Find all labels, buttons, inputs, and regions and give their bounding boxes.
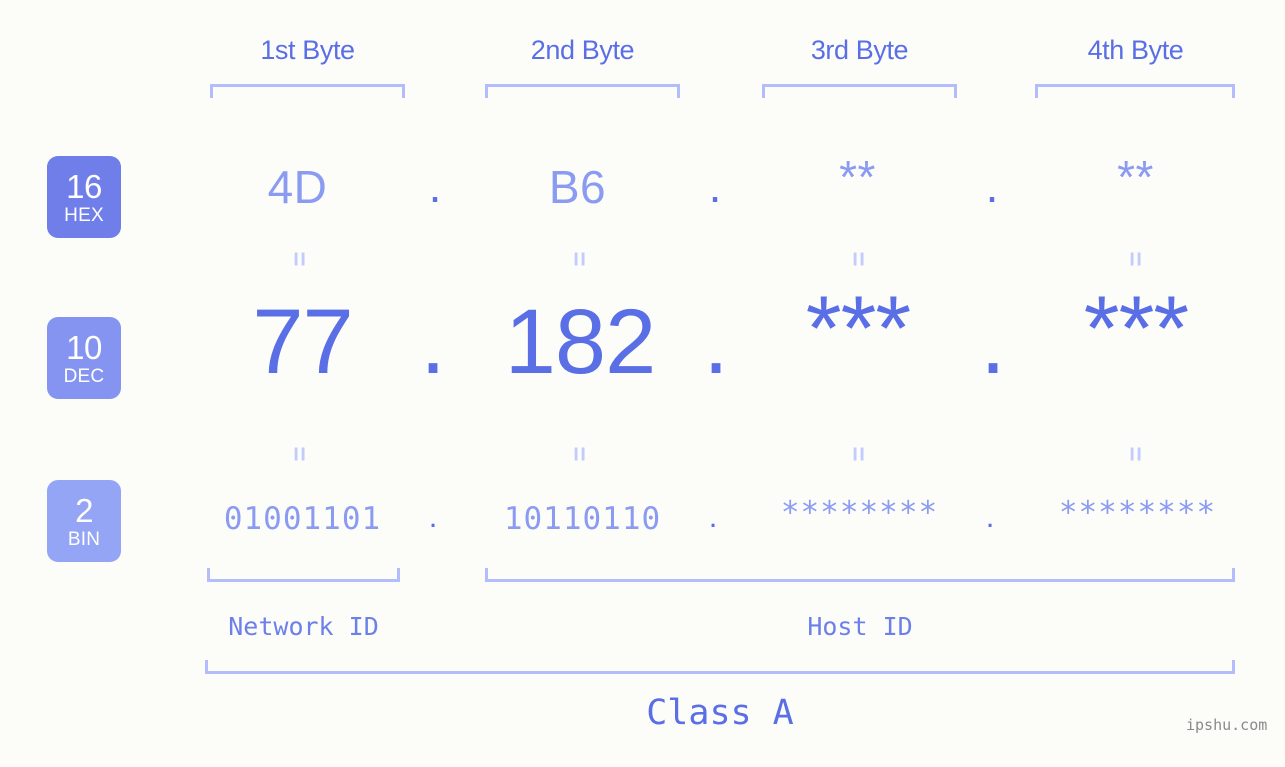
hex-separator-3: . xyxy=(985,160,999,212)
hex-value-2: B6 xyxy=(548,161,607,213)
equals-symbol-dec-bin-3: = xyxy=(844,446,874,462)
dec-badge-label: DEC xyxy=(63,365,105,387)
equals-symbol-dec-bin-4: = xyxy=(1121,446,1151,462)
byte-bracket-2 xyxy=(485,84,680,98)
bin-value-3: ******** xyxy=(780,495,939,531)
bin-badge-number: 2 xyxy=(75,491,93,529)
dec-separator-2: . xyxy=(703,291,729,393)
equals-symbol-hex-dec-1: = xyxy=(285,251,315,267)
bin-value-1: 01001101 xyxy=(223,501,382,537)
network-id-bracket xyxy=(207,568,400,582)
network-id-label: Network ID xyxy=(228,612,379,641)
ip-address-breakdown-diagram: 1st Byte 2nd Byte 3rd Byte 4th Byte 16 H… xyxy=(0,0,1285,767)
bin-separator-1: . xyxy=(428,499,438,534)
equals-symbol-dec-bin-1: = xyxy=(285,446,315,462)
byte-header-3: 3rd Byte xyxy=(810,35,909,65)
byte-bracket-3 xyxy=(762,84,957,98)
hex-badge: 16 HEX xyxy=(47,156,121,238)
hex-value-1: 4D xyxy=(267,161,328,213)
hex-badge-label: HEX xyxy=(64,204,104,226)
dec-value-3: *** xyxy=(805,278,911,380)
bin-separator-2: . xyxy=(708,499,718,534)
hex-badge-number: 16 xyxy=(66,167,102,205)
equals-symbol-dec-bin-2: = xyxy=(565,446,595,462)
bin-value-4: ******** xyxy=(1058,495,1217,531)
host-id-label: Host ID xyxy=(807,612,913,641)
bin-value-2: 10110110 xyxy=(503,501,662,537)
hex-value-4: ** xyxy=(1117,151,1154,203)
byte-header-1: 1st Byte xyxy=(260,35,355,65)
dec-separator-1: . xyxy=(420,291,446,393)
dec-badge: 10 DEC xyxy=(47,317,121,399)
class-label: Class A xyxy=(646,693,794,733)
dec-badge-number: 10 xyxy=(66,328,102,366)
byte-bracket-4 xyxy=(1035,84,1235,98)
bin-badge-label: BIN xyxy=(67,528,101,550)
hex-separator-1: . xyxy=(428,160,442,212)
equals-symbol-hex-dec-2: = xyxy=(565,251,595,267)
host-id-bracket xyxy=(485,568,1235,582)
bin-badge: 2 BIN xyxy=(47,480,121,562)
bin-separator-3: . xyxy=(985,499,995,534)
hex-separator-2: . xyxy=(708,160,722,212)
watermark: ipshu.com xyxy=(1186,716,1268,734)
byte-bracket-1 xyxy=(210,84,405,98)
byte-header-2: 2nd Byte xyxy=(530,35,635,65)
byte-header-4: 4th Byte xyxy=(1087,35,1184,65)
hex-value-3: ** xyxy=(839,151,876,203)
class-bracket xyxy=(205,660,1235,674)
dec-value-2: 182 xyxy=(504,291,657,393)
dec-separator-3: . xyxy=(980,291,1006,393)
dec-value-4: *** xyxy=(1083,278,1189,380)
dec-value-1: 77 xyxy=(252,291,353,393)
